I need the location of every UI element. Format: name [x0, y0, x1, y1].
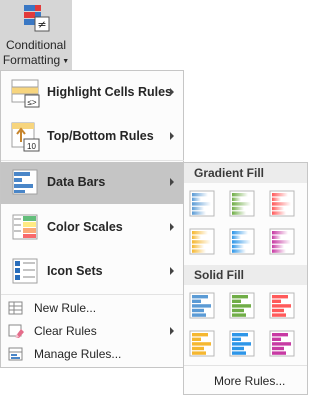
solid-fill-data-bar-2[interactable] [229, 292, 255, 319]
solid-fill-data-bar-3[interactable] [269, 292, 295, 319]
conditional-formatting-menu: ≤> Highlight Cells Rules 10 Top/Bottom R… [0, 70, 184, 368]
menu-item-label: Icon Sets [47, 264, 103, 278]
menu-item-label: New Rule... [34, 301, 97, 315]
submenu-arrow-icon [170, 267, 174, 275]
data-bars-submenu: Gradient Fill Solid Fill More Rules... [183, 162, 308, 395]
clear-rules-icon [8, 324, 24, 338]
menu-item-icon-sets[interactable]: Icon Sets [1, 251, 184, 293]
gradient-fill-data-bar-1[interactable] [189, 190, 215, 217]
ribbon-label-line2: Formatting ▼ [2, 53, 70, 67]
solid-fill-header: Solid Fill [184, 265, 307, 285]
gradient-fill-data-bar-4[interactable] [189, 228, 215, 255]
gradient-fill-data-bar-2[interactable] [229, 190, 255, 217]
submenu-arrow-icon [170, 178, 174, 186]
more-rules-link[interactable]: More Rules... [214, 374, 285, 388]
svg-text:≠: ≠ [37, 18, 46, 31]
conditional-formatting-icon: ≠ [24, 5, 50, 32]
new-rule-icon [8, 301, 23, 315]
menu-item-data-bars[interactable]: Data Bars [1, 162, 184, 204]
chevron-down-icon: ▼ [62, 58, 70, 65]
menu-item-label: Data Bars [47, 175, 106, 189]
highlight-cells-icon: ≤> [11, 79, 40, 108]
color-scales-icon [12, 214, 38, 240]
submenu-separator [184, 365, 307, 366]
conditional-formatting-button[interactable]: ≠ Conditional Formatting ▼ [0, 0, 72, 70]
menu-item-label: Clear Rules [34, 324, 97, 338]
menu-item-label: Manage Rules... [34, 347, 122, 361]
menu-item-label: Top/Bottom Rules [47, 129, 154, 143]
submenu-arrow-icon [170, 327, 174, 335]
gradient-fill-data-bar-6[interactable] [269, 228, 295, 255]
svg-text:10: 10 [27, 142, 36, 151]
menu-item-clear-rules[interactable]: Clear Rules [1, 320, 184, 342]
submenu-arrow-icon [170, 132, 174, 140]
menu-separator [1, 160, 184, 161]
svg-text:≤>: ≤> [27, 98, 36, 107]
menu-separator [1, 294, 184, 295]
solid-fill-data-bar-4[interactable] [189, 330, 215, 357]
menu-item-label: Color Scales [47, 220, 123, 234]
menu-item-highlight-cells-rules[interactable]: ≤> Highlight Cells Rules [1, 72, 184, 114]
submenu-arrow-icon [170, 223, 174, 231]
gradient-fill-data-bar-5[interactable] [229, 228, 255, 255]
data-bars-icon [12, 169, 38, 195]
menu-item-new-rule[interactable]: New Rule... [1, 297, 184, 319]
icon-sets-icon [12, 258, 38, 284]
solid-fill-data-bar-1[interactable] [189, 292, 215, 319]
top-bottom-icon: 10 [11, 122, 40, 152]
gradient-fill-header: Gradient Fill [184, 163, 307, 183]
gradient-fill-data-bar-3[interactable] [269, 190, 295, 217]
submenu-arrow-icon [170, 88, 174, 96]
menu-item-color-scales[interactable]: Color Scales [1, 207, 184, 249]
solid-fill-data-bar-6[interactable] [269, 330, 295, 357]
manage-rules-icon [8, 347, 23, 361]
ribbon-label-line1: Conditional [5, 38, 67, 52]
menu-item-manage-rules[interactable]: Manage Rules... [1, 343, 184, 365]
solid-fill-data-bar-5[interactable] [229, 330, 255, 357]
menu-item-top-bottom-rules[interactable]: 10 Top/Bottom Rules [1, 116, 184, 158]
menu-item-label: Highlight Cells Rules [47, 85, 173, 99]
